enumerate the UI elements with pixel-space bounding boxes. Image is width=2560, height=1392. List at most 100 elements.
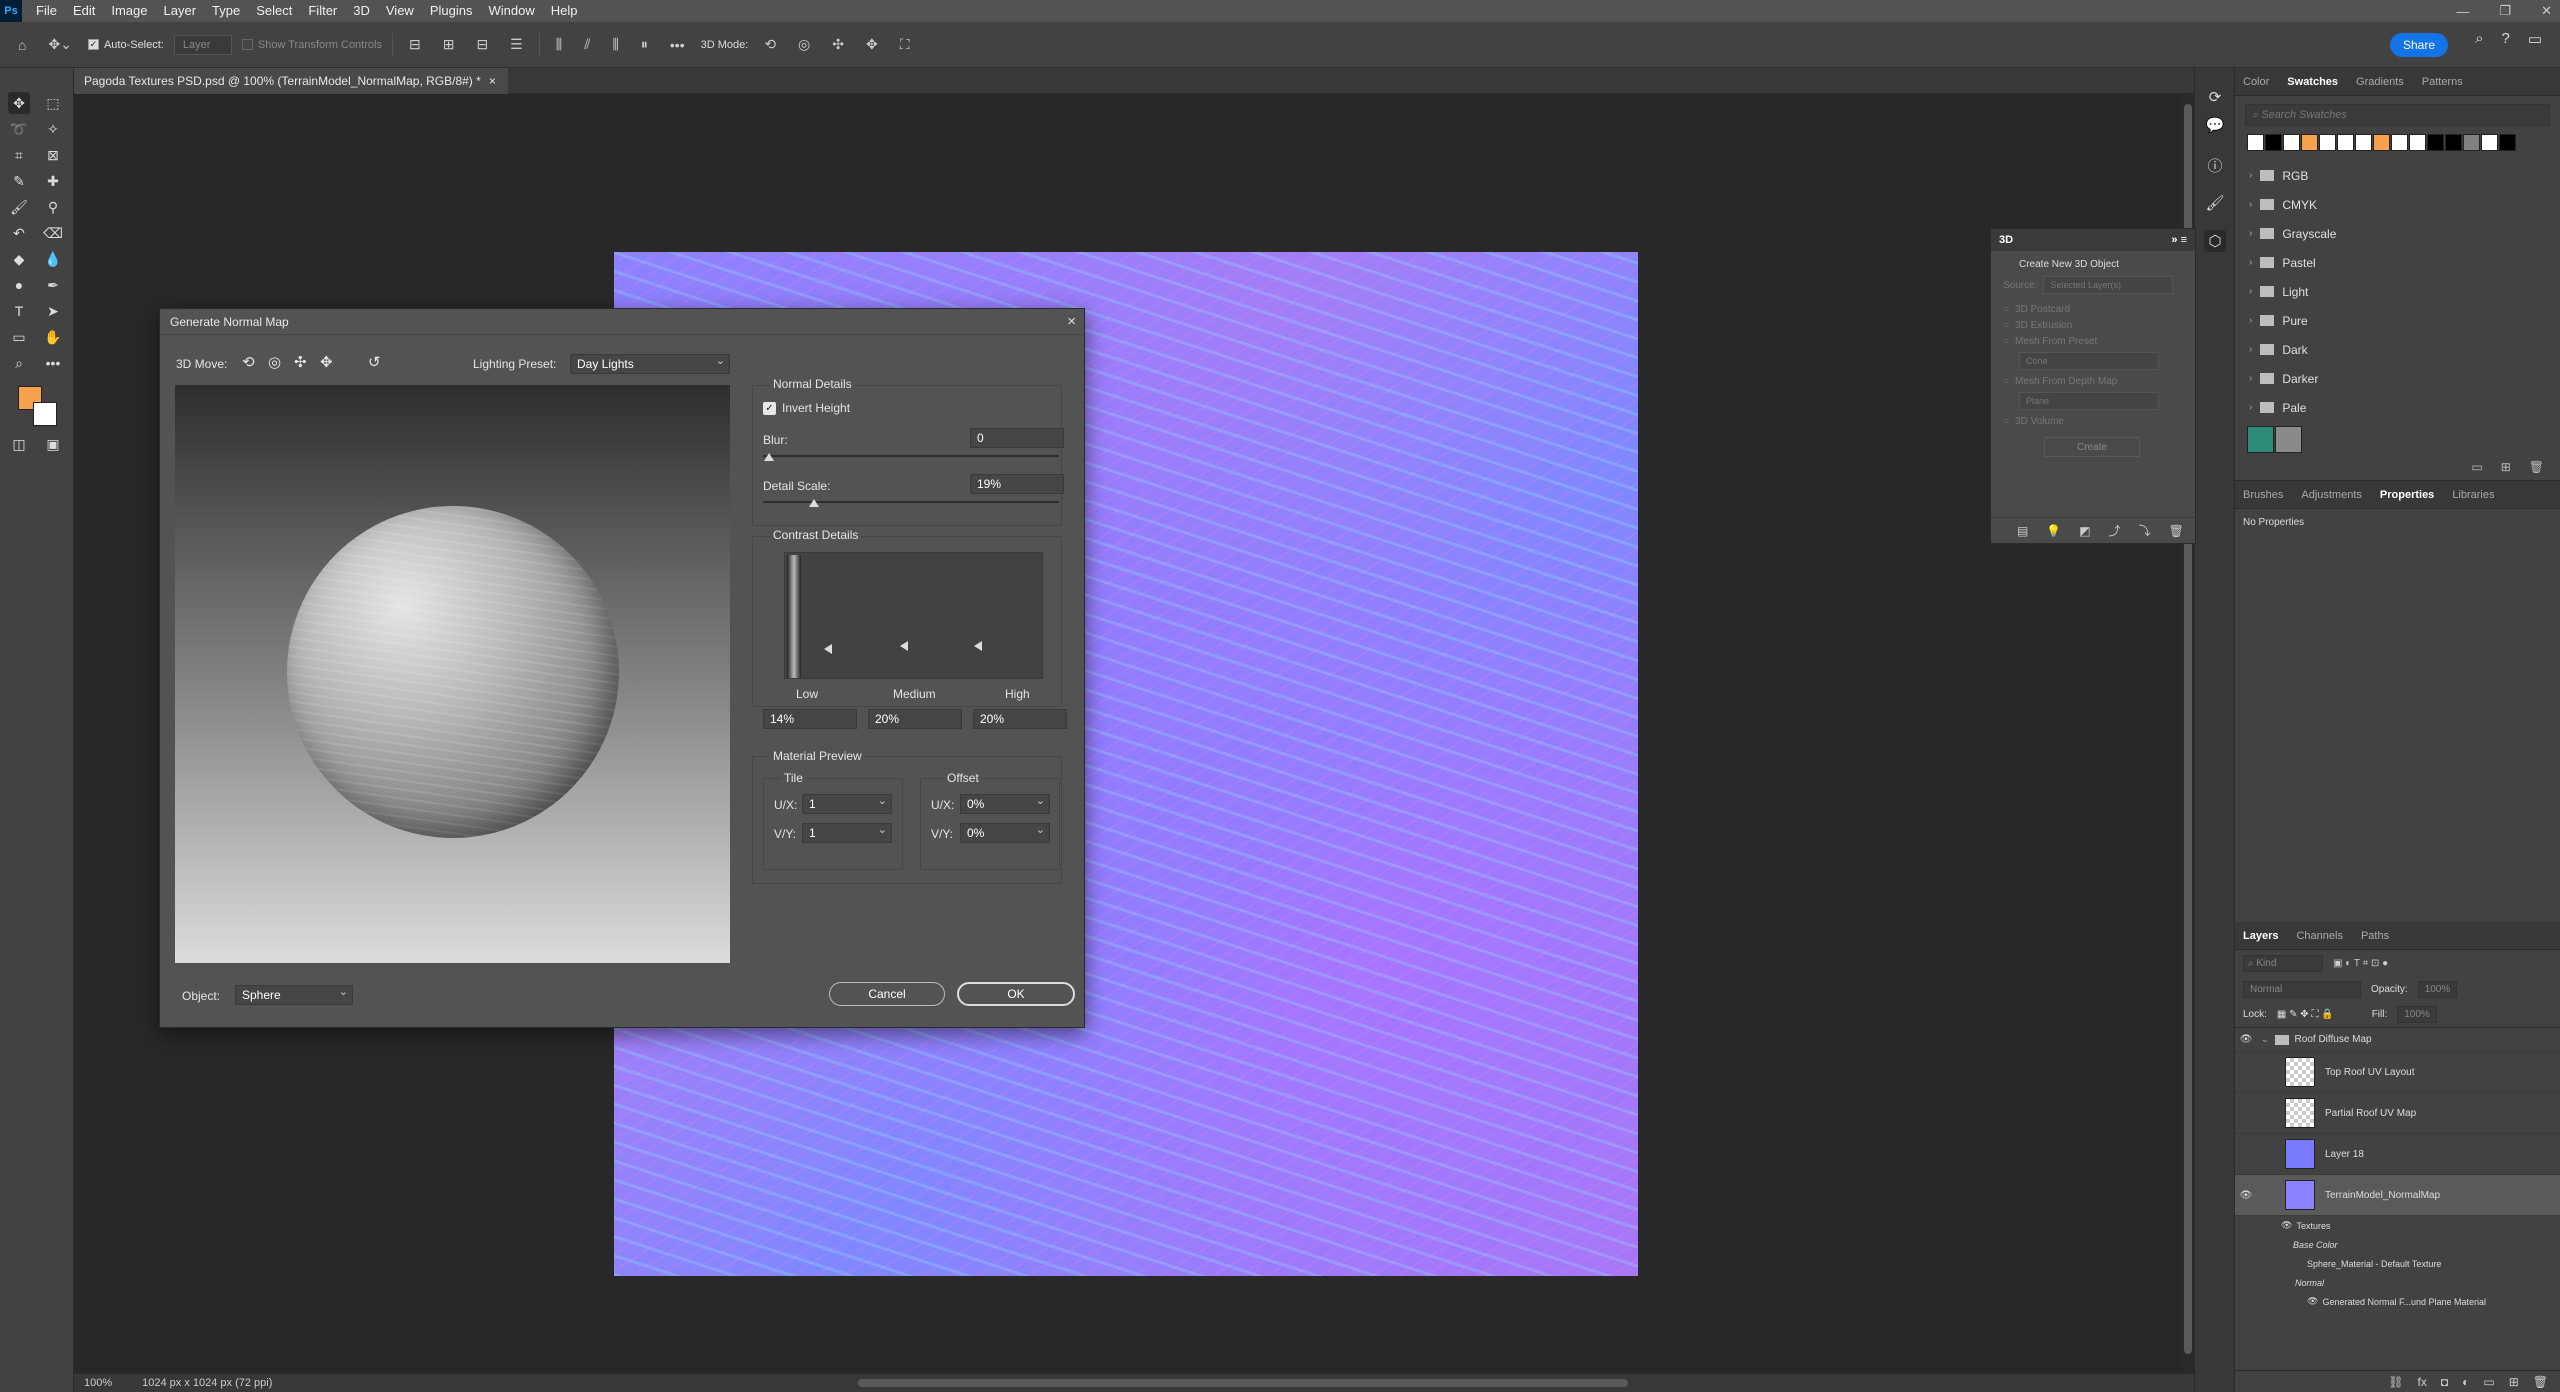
menu-window[interactable]: Window xyxy=(480,0,542,22)
layer-effect-item[interactable]: 👁 Generated Normal F...und Plane Material xyxy=(2235,1292,2560,1311)
rectangle-tool-icon[interactable]: ▭ xyxy=(8,326,30,348)
blur-slider[interactable] xyxy=(763,455,1059,457)
swatch[interactable] xyxy=(2373,134,2390,151)
swatch[interactable] xyxy=(2247,426,2274,453)
medium-handle[interactable] xyxy=(900,641,908,651)
stamp-tool-icon[interactable]: ⚲ xyxy=(42,196,64,218)
eye-icon[interactable]: 👁 xyxy=(2307,1296,2318,1307)
show-transform-checkbox[interactable]: Show Transform Controls xyxy=(241,39,382,51)
eyedropper-icon[interactable]: ✎ xyxy=(8,170,30,192)
close-dialog-icon[interactable]: × xyxy=(1067,313,1076,330)
menu-type[interactable]: Type xyxy=(204,0,248,22)
chevron-right-icon[interactable]: › xyxy=(2249,315,2252,326)
screen-mode-icon[interactable]: ▣ xyxy=(42,433,64,455)
layer-effect-item[interactable]: Base Color xyxy=(2235,1235,2560,1254)
low-handle[interactable] xyxy=(824,644,832,654)
swatch[interactable] xyxy=(2481,134,2498,151)
tab-properties[interactable]: Properties xyxy=(2380,489,2434,501)
history-icon[interactable]: ⟳ xyxy=(2204,86,2226,108)
swatch[interactable] xyxy=(2247,134,2264,151)
distribute-icon[interactable]: ☰ xyxy=(504,34,529,55)
align-bottom-icon[interactable]: ⫼ xyxy=(606,34,624,55)
swatch-folder-pale[interactable]: › Pale xyxy=(2235,393,2560,422)
blend-mode-dropdown[interactable]: Normal xyxy=(2243,980,2361,998)
new-swatch-icon[interactable]: ⊞ xyxy=(2501,460,2511,474)
swatch[interactable] xyxy=(2445,134,2462,151)
reset-view-icon[interactable]: ↺ xyxy=(368,353,381,371)
swatch[interactable] xyxy=(2337,134,2354,151)
chevron-right-icon[interactable]: › xyxy=(2249,344,2252,355)
menu-image[interactable]: Image xyxy=(103,0,155,22)
option-depth-map[interactable]: ○ Mesh From Depth Map xyxy=(1991,376,2195,387)
swatch[interactable] xyxy=(2409,134,2426,151)
offset-vy-input[interactable]: 0% xyxy=(960,823,1050,843)
contrast-histogram[interactable] xyxy=(784,552,1043,679)
swatch-folder-dark[interactable]: › Dark xyxy=(2235,335,2560,364)
swatch[interactable] xyxy=(2265,134,2282,151)
chevron-right-icon[interactable]: › xyxy=(2249,373,2252,384)
layer-row[interactable]: Partial Roof UV Map xyxy=(2235,1093,2560,1134)
high-handle[interactable] xyxy=(974,641,982,651)
menu-help[interactable]: Help xyxy=(543,0,586,22)
menu-view[interactable]: View xyxy=(378,0,422,22)
background-color-swatch[interactable] xyxy=(33,402,57,426)
contrast-high-input[interactable]: 20% xyxy=(973,709,1067,729)
fill-input[interactable]: 100% xyxy=(2397,1006,2437,1023)
eye-icon[interactable]: 👁 xyxy=(2235,1190,2257,1201)
tab-libraries[interactable]: Libraries xyxy=(2452,489,2494,501)
layer-row[interactable]: Layer 18 xyxy=(2235,1134,2560,1175)
3d-slide-icon[interactable]: ✥ xyxy=(860,34,884,55)
menu-layer[interactable]: Layer xyxy=(156,0,205,22)
horizontal-scrollbar-thumb[interactable] xyxy=(858,1379,1628,1387)
tile-vy-input[interactable]: 1 xyxy=(802,823,892,843)
swatch[interactable] xyxy=(2427,134,2444,151)
crop-tool-icon[interactable]: ⌗ xyxy=(8,144,30,166)
align-center-icon[interactable]: ⊞ xyxy=(437,34,461,55)
swatches-search-input[interactable]: ⌕ Search Swatches xyxy=(2245,104,2550,126)
trash-icon[interactable]: 🗑 xyxy=(2529,460,2544,474)
eye-icon[interactable]: 👁 xyxy=(2281,1220,2292,1231)
align-left-icon[interactable]: ⊟ xyxy=(403,34,427,55)
menu-plugins[interactable]: Plugins xyxy=(422,0,481,22)
document-info[interactable]: 1024 px x 1024 px (72 ppi) xyxy=(142,1377,272,1389)
contrast-medium-input[interactable]: 20% xyxy=(868,709,962,729)
menu-3d[interactable]: 3D xyxy=(345,0,378,22)
layer-effect-item[interactable]: Normal xyxy=(2235,1273,2560,1292)
brush-settings-icon[interactable]: 🖌 xyxy=(2204,192,2226,214)
3d-pan-icon[interactable]: ✣ xyxy=(826,34,850,55)
layer-effect-item[interactable]: Sphere_Material - Default Texture xyxy=(2235,1254,2560,1273)
3d-roll-icon[interactable]: ◎ xyxy=(792,34,816,55)
new-group-icon[interactable]: ▭ xyxy=(2471,460,2482,474)
option-mesh-preset[interactable]: ○ Mesh From Preset xyxy=(1991,336,2195,347)
brush-tool-icon[interactable]: 🖌 xyxy=(8,196,30,218)
hand-tool-icon[interactable]: ✋ xyxy=(42,326,64,348)
document-tab[interactable]: Pagoda Textures PSD.psd @ 100% (TerrainM… xyxy=(74,68,508,94)
tab-layers[interactable]: Layers xyxy=(2243,930,2278,942)
new-layer-icon[interactable]: ⊞ xyxy=(2509,1375,2519,1389)
3d-orbit-icon[interactable]: ⟲ xyxy=(758,34,782,55)
layer-row[interactable]: Top Roof UV Layout xyxy=(2235,1052,2560,1093)
move-roll-icon[interactable]: ◎ xyxy=(268,353,281,371)
panel-menu-icon[interactable]: » ≡ xyxy=(2171,234,2187,246)
search-icon[interactable]: ⌕ xyxy=(2475,30,2483,48)
contrast-low-input[interactable]: 14% xyxy=(763,709,857,729)
paint-bucket-icon[interactable]: ◆ xyxy=(8,248,30,270)
chevron-right-icon[interactable]: › xyxy=(2249,286,2252,297)
align-right-icon[interactable]: ⊟ xyxy=(470,34,494,55)
swatch[interactable] xyxy=(2355,134,2372,151)
option-postcard[interactable]: ○ 3D Postcard xyxy=(1991,304,2195,315)
invert-height-checkbox[interactable]: ✓ xyxy=(763,402,776,415)
zoom-level[interactable]: 100% xyxy=(84,1377,112,1389)
link-icon[interactable]: ⛓ xyxy=(2388,1375,2403,1389)
swatch-folder-pure[interactable]: › Pure xyxy=(2235,306,2560,335)
move-slide-icon[interactable]: ✥ xyxy=(320,353,333,371)
magic-wand-icon[interactable]: ✧ xyxy=(42,118,64,140)
swatch[interactable] xyxy=(2301,134,2318,151)
material-icon[interactable]: ◩ xyxy=(2079,524,2090,538)
delete-layer-icon[interactable]: 🗑 xyxy=(2533,1375,2548,1389)
tab-channels[interactable]: Channels xyxy=(2296,930,2342,942)
swatch-folder-darker[interactable]: › Darker xyxy=(2235,364,2560,393)
align-middle-icon[interactable]: ⫽ xyxy=(578,34,596,55)
option-volume[interactable]: ○ 3D Volume xyxy=(1991,416,2195,427)
layer-group-row[interactable]: 👁 ⌄ Roof Diffuse Map xyxy=(2235,1028,2560,1052)
